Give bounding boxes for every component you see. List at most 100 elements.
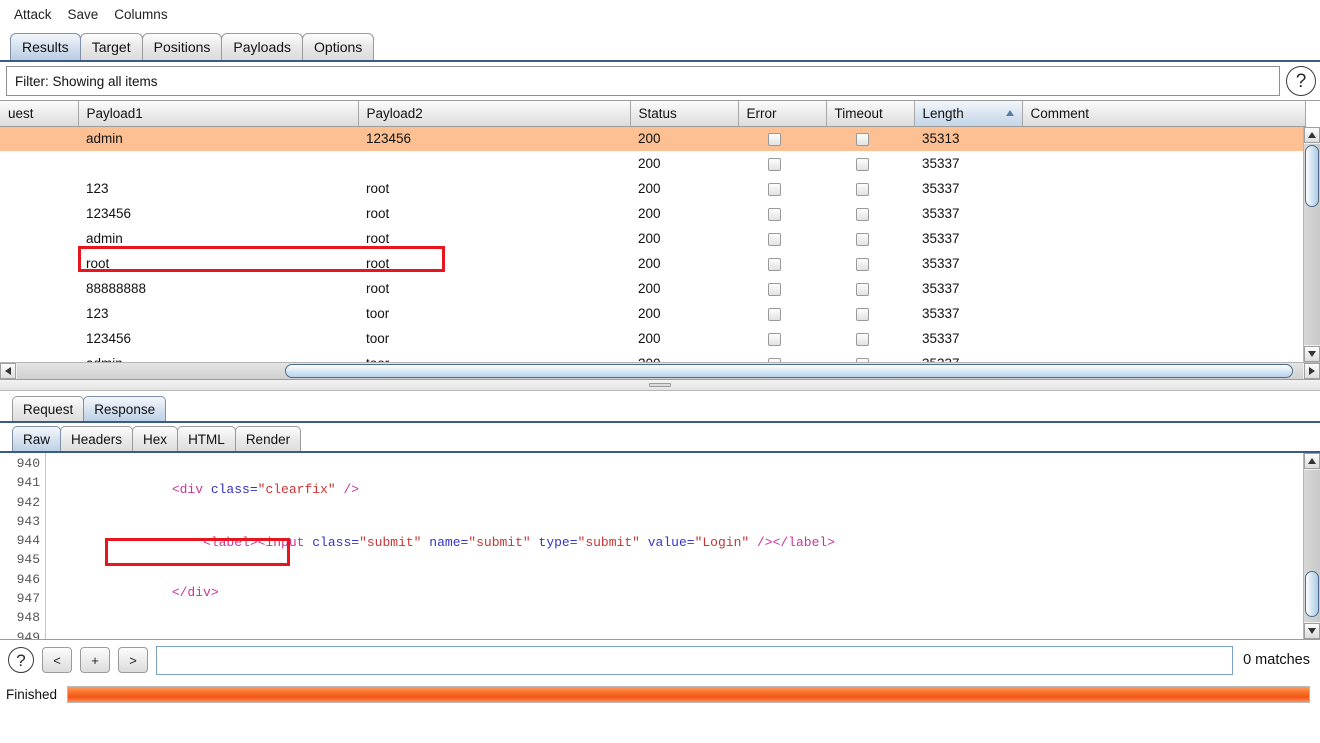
panel-splitter[interactable] [0, 380, 1320, 391]
timeout-checkbox[interactable] [856, 307, 869, 321]
question-mark-icon[interactable]: ? [1286, 66, 1316, 96]
scroll-right-icon[interactable] [1304, 363, 1320, 379]
cell-payload1: 123 [78, 176, 358, 201]
tab-request[interactable]: Request [12, 396, 85, 421]
timeout-checkbox[interactable] [856, 157, 869, 171]
tab-options-label: Options [314, 39, 363, 55]
cell-error [738, 326, 826, 351]
tab-render[interactable]: Render [234, 426, 302, 451]
cell-comment[interactable] [1022, 276, 1305, 301]
cell-payload2: 123456 [358, 126, 630, 151]
tab-results[interactable]: Results [10, 33, 81, 60]
tab-target[interactable]: Target [79, 33, 143, 60]
table-row[interactable]: admin root 200 35337 [0, 226, 1305, 251]
cell-status: 200 [630, 126, 738, 151]
tab-payloads[interactable]: Payloads [221, 33, 304, 60]
error-checkbox[interactable] [768, 307, 781, 321]
table-row[interactable]: admin 123456 200 35313 [0, 126, 1305, 151]
column-header-status[interactable]: Status [630, 101, 739, 127]
table-row[interactable]: 123456 root 200 35337 [0, 201, 1305, 226]
scroll-up-icon[interactable] [1304, 453, 1320, 469]
table-row[interactable]: 88888888 root 200 35337 [0, 276, 1305, 301]
table-row[interactable]: 123 root 200 35337 [0, 176, 1305, 201]
horizontal-scroll-thumb[interactable] [285, 364, 1293, 378]
line-number: 940 [16, 456, 40, 471]
cell-status: 200 [630, 301, 738, 326]
column-label: Payload1 [86, 105, 143, 121]
cell-comment[interactable] [1022, 326, 1305, 351]
cell-payload2 [358, 151, 630, 176]
tab-positions[interactable]: Positions [141, 33, 223, 60]
cell-request [0, 176, 78, 201]
error-checkbox[interactable] [768, 182, 781, 196]
error-checkbox[interactable] [768, 332, 781, 346]
cell-comment[interactable] [1022, 301, 1305, 326]
table-row[interactable]: 123456 toor 200 35337 [0, 326, 1305, 351]
results-vertical-scrollbar[interactable] [1303, 127, 1320, 362]
response-body-viewer[interactable]: 940 941 942 943 944 945 946 947 948 949 … [0, 453, 1320, 640]
scroll-down-icon[interactable] [1304, 346, 1320, 362]
cell-comment[interactable] [1022, 176, 1305, 201]
tab-html[interactable]: HTML [177, 426, 236, 451]
column-header-length[interactable]: Length [914, 101, 1023, 127]
scroll-down-icon[interactable] [1304, 623, 1320, 639]
timeout-checkbox[interactable] [856, 182, 869, 196]
table-row[interactable]: 123 toor 200 35337 [0, 301, 1305, 326]
timeout-checkbox[interactable] [856, 207, 869, 221]
tab-options[interactable]: Options [302, 33, 375, 60]
column-header-payload2[interactable]: Payload2 [358, 101, 631, 127]
search-add-button[interactable]: + [80, 647, 110, 673]
timeout-checkbox[interactable] [856, 332, 869, 346]
vertical-scroll-thumb[interactable] [1305, 571, 1319, 617]
tab-raw[interactable]: Raw [12, 426, 62, 451]
question-mark-icon[interactable]: ? [8, 647, 34, 673]
error-checkbox[interactable] [768, 257, 781, 271]
error-checkbox[interactable] [768, 232, 781, 246]
vertical-scroll-thumb[interactable] [1305, 145, 1319, 207]
cell-comment[interactable] [1022, 201, 1305, 226]
column-header-request[interactable]: uest [0, 101, 79, 127]
results-horizontal-scrollbar[interactable] [0, 362, 1320, 379]
response-vertical-scrollbar[interactable] [1303, 453, 1320, 639]
error-checkbox[interactable] [768, 207, 781, 221]
menu-item-attack[interactable]: Attack [8, 5, 58, 24]
table-row[interactable]: root root 200 35337 [0, 251, 1305, 276]
tab-hex[interactable]: Hex [132, 426, 179, 451]
search-next-button[interactable]: > [118, 647, 148, 673]
column-header-error[interactable]: Error [738, 101, 827, 127]
timeout-checkbox[interactable] [856, 232, 869, 246]
cell-comment[interactable] [1022, 251, 1305, 276]
timeout-checkbox[interactable] [856, 257, 869, 271]
tab-request-label: Request [23, 401, 74, 417]
filter-bar[interactable]: Filter: Showing all items [6, 66, 1280, 96]
cell-status: 200 [630, 276, 738, 301]
column-header-timeout[interactable]: Timeout [826, 101, 915, 127]
menu-item-save[interactable]: Save [62, 5, 105, 24]
column-header-comment[interactable]: Comment [1022, 101, 1306, 127]
splitter-grip-icon[interactable] [649, 383, 671, 387]
cell-comment[interactable] [1022, 151, 1305, 176]
search-previous-button[interactable]: < [42, 647, 72, 673]
cell-payload2: root [358, 176, 630, 201]
error-checkbox[interactable] [768, 282, 781, 296]
menu-item-columns[interactable]: Columns [108, 5, 173, 24]
column-header-payload1[interactable]: Payload1 [78, 101, 359, 127]
code-line: </div> [47, 584, 219, 600]
column-label: Length [922, 105, 964, 121]
timeout-checkbox[interactable] [856, 282, 869, 296]
timeout-checkbox[interactable] [856, 133, 869, 147]
search-input[interactable] [156, 645, 1234, 675]
code-text-area[interactable]: <div class="clearfix" /> <label><input c… [47, 453, 1302, 639]
error-checkbox[interactable] [768, 157, 781, 171]
table-row[interactable]: 200 35337 [0, 151, 1305, 176]
tab-headers[interactable]: Headers [60, 426, 134, 451]
error-checkbox[interactable] [768, 133, 781, 147]
tab-response[interactable]: Response [83, 396, 167, 421]
cell-comment[interactable] [1022, 126, 1305, 151]
cell-comment[interactable] [1022, 226, 1305, 251]
table-header-row: uest Payload1 Payload2 Status Error Time… [0, 101, 1306, 127]
line-number: 941 [16, 475, 40, 491]
cell-timeout [826, 276, 914, 301]
scroll-left-icon[interactable] [0, 363, 16, 379]
scroll-up-icon[interactable] [1304, 127, 1320, 143]
